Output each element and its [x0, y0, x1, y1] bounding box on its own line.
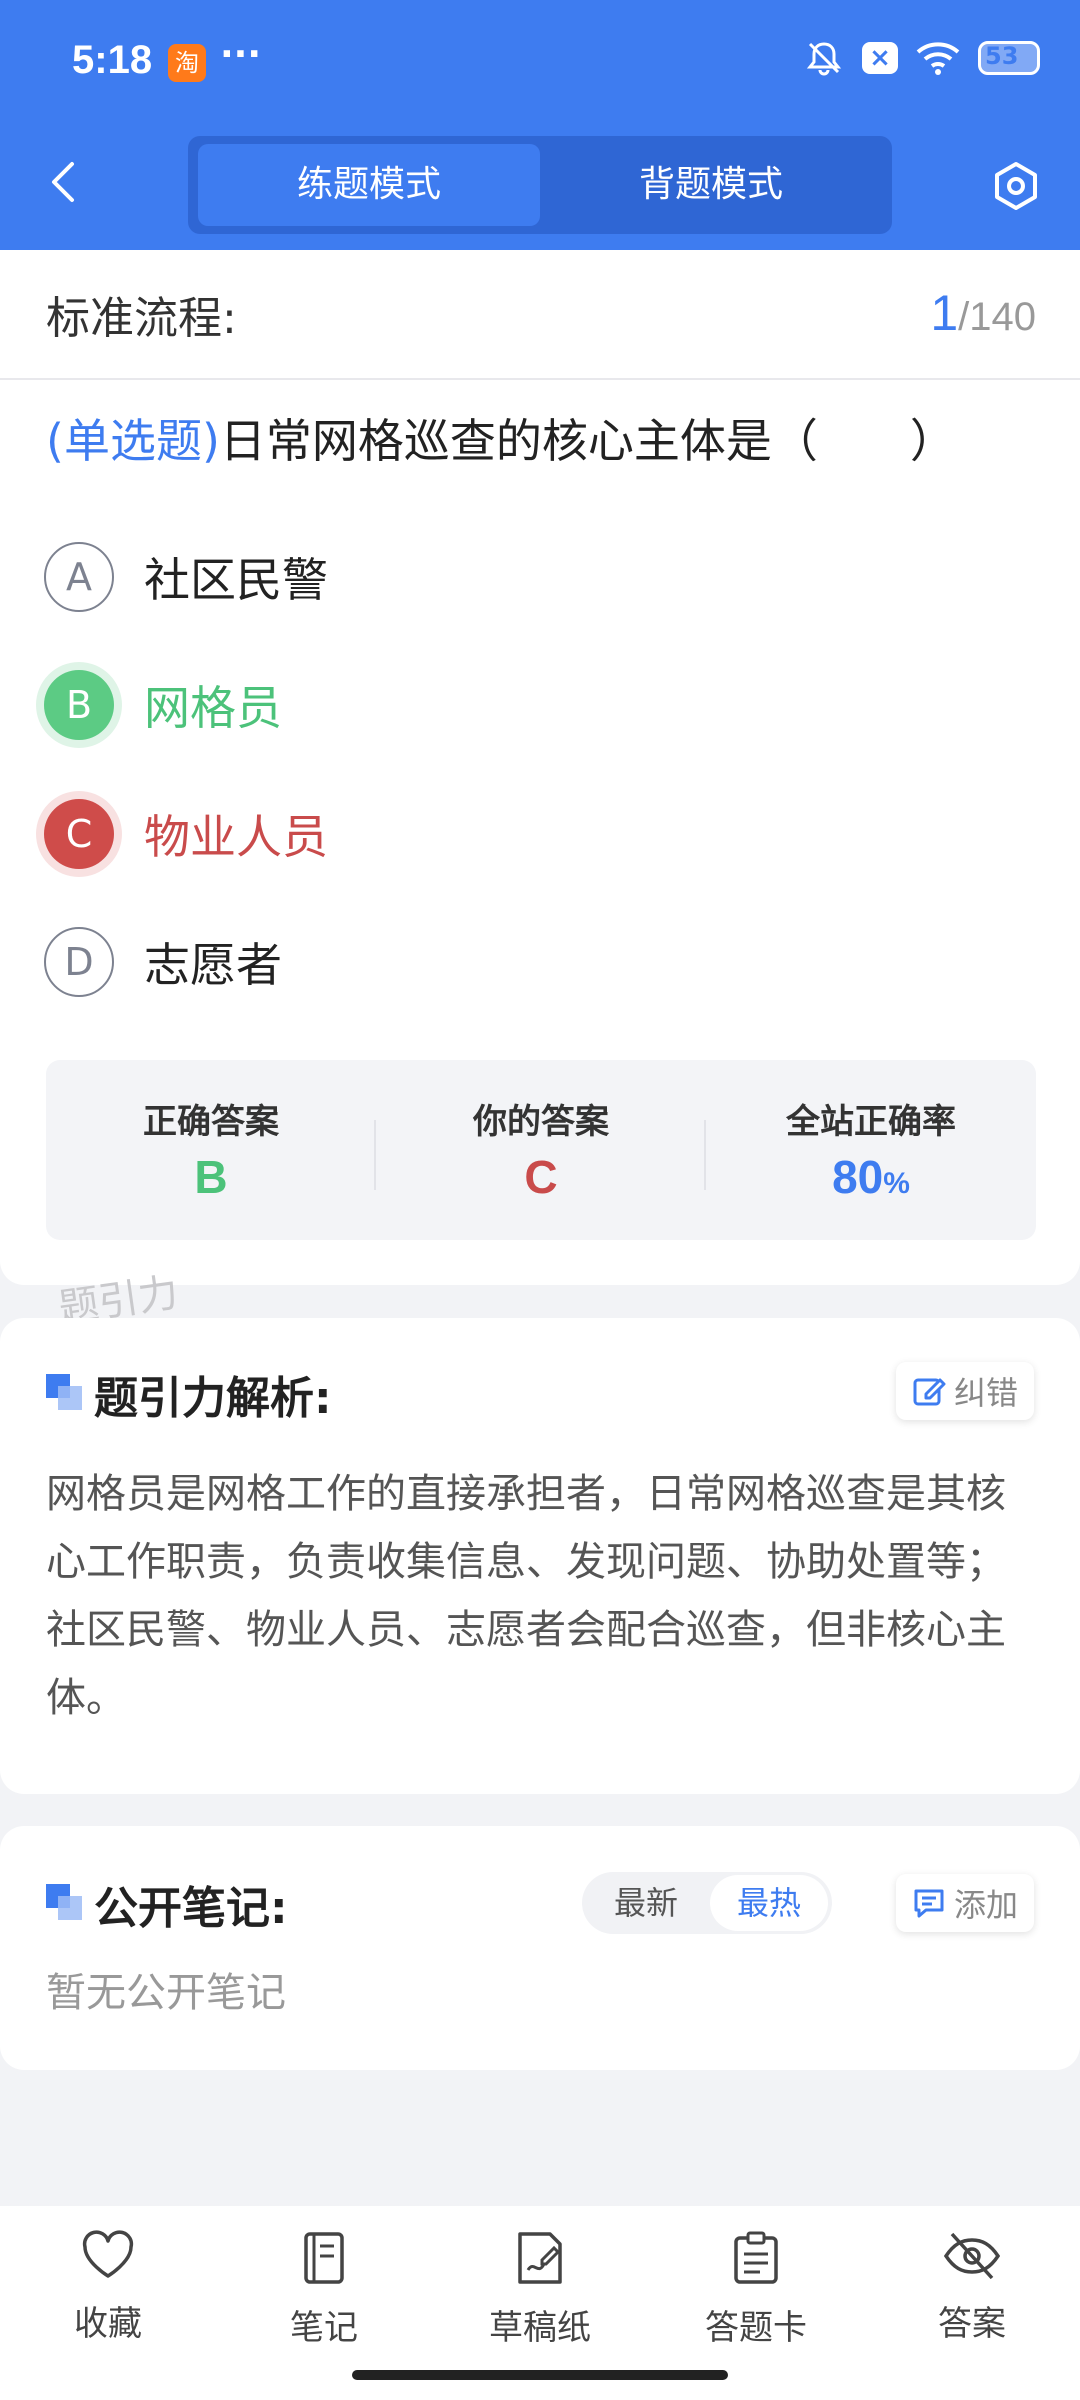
stat-value: C: [524, 1151, 558, 1203]
question-type: (单选题): [46, 414, 220, 468]
rate-unit: %: [883, 1167, 910, 1200]
nav-answer-toggle[interactable]: 答案: [864, 2230, 1080, 2360]
close-box-icon: ×: [862, 42, 898, 74]
add-note-label: 添加: [953, 1886, 1018, 1924]
app-header: 5:18 淘 ··· × 53 练题模式 背题模式: [0, 0, 1080, 250]
comment-add-icon: [914, 1889, 944, 1918]
nav-label: 答案: [938, 2304, 1006, 2344]
option-text: 志愿者: [144, 938, 282, 992]
battery-icon: 53: [978, 41, 1040, 75]
draft-icon: [518, 2232, 562, 2284]
notebook-icon: [304, 2232, 344, 2284]
nav-draft-paper[interactable]: 草稿纸: [432, 2230, 648, 2360]
counter-total: /140: [958, 295, 1036, 339]
option-letter: C: [44, 799, 114, 869]
stat-label: 你的答案: [473, 1102, 609, 1142]
option-text: 物业人员: [144, 810, 328, 864]
option-c[interactable]: C 物业人员: [44, 797, 328, 871]
answer-stats: 正确答案 B 你的答案 C 全站正确率 80%: [46, 1060, 1036, 1240]
stat-value: B: [194, 1151, 228, 1203]
section-title: 标准流程:: [46, 293, 237, 344]
option-letter: A: [44, 542, 114, 612]
question-counter: 1/140: [930, 284, 1036, 342]
notes-card: 公开笔记: 最新 最热 添加 暂无公开笔记: [0, 1826, 1080, 2070]
settings-hexagon-icon[interactable]: [990, 160, 1042, 212]
notes-empty-text: 暂无公开笔记: [46, 1970, 286, 2016]
nav-label: 笔记: [290, 2308, 358, 2348]
clipboard-icon: [734, 2231, 778, 2284]
wifi-icon: [916, 42, 960, 75]
question-stem: (单选题)日常网格巡查的核心主体是（ ）: [46, 410, 1036, 472]
mode-switcher: 练题模式 背题模式: [188, 136, 892, 234]
stat-label: 正确答案: [143, 1102, 279, 1142]
sort-hot-option[interactable]: 最热: [710, 1875, 828, 1931]
nav-label: 草稿纸: [489, 2308, 591, 2348]
notes-title: 公开笔记:: [94, 1883, 288, 1934]
option-a[interactable]: A 社区民警: [44, 540, 328, 614]
question-card: 标准流程: 1/140 (单选题)日常网格巡查的核心主体是（ ） A 社区民警 …: [0, 250, 1080, 1285]
add-note-button[interactable]: 添加: [895, 1874, 1034, 1932]
tab-practice-mode[interactable]: 练题模式: [198, 144, 540, 226]
section-marker-icon: [46, 1884, 82, 1920]
mute-bell-icon: [806, 42, 842, 76]
stat-value: 80%: [706, 1150, 1036, 1204]
nav-notes[interactable]: 笔记: [216, 2230, 432, 2360]
nav-answer-sheet[interactable]: 答题卡: [648, 2230, 864, 2360]
taobao-notification-icon: 淘: [168, 44, 206, 82]
back-arrow-icon[interactable]: [44, 160, 84, 204]
report-error-label: 纠错: [953, 1374, 1018, 1412]
eye-off-icon: [943, 2232, 1001, 2280]
battery-level: 53: [985, 42, 1019, 70]
stat-your-answer: 你的答案 C: [376, 1060, 706, 1240]
stat-correct-answer: 正确答案 B: [46, 1060, 376, 1240]
option-d[interactable]: D 志愿者: [44, 925, 282, 999]
more-notifications-icon: ···: [220, 34, 262, 75]
divider: [0, 378, 1080, 380]
status-icons: × 53: [804, 38, 1040, 78]
tab-memorize-mode[interactable]: 背题模式: [540, 144, 882, 226]
sort-latest-option[interactable]: 最新: [582, 1872, 710, 1934]
section-marker-icon: [46, 1374, 82, 1410]
rate-number: 80: [832, 1151, 884, 1203]
heart-icon: [82, 2230, 134, 2278]
stat-label: 全站正确率: [786, 1102, 956, 1142]
option-letter: D: [44, 927, 114, 997]
analysis-title: 题引力解析:: [94, 1373, 332, 1424]
analysis-card: 题引力解析: 纠错 网格员是网格工作的直接承担者，日常网格巡查是其核心工作职责，…: [0, 1318, 1080, 1794]
option-letter: B: [44, 670, 114, 740]
home-indicator[interactable]: [352, 2370, 728, 2380]
status-time: 5:18: [72, 38, 153, 82]
question-text: 日常网格巡查的核心主体是（ ）: [219, 414, 956, 468]
option-text: 网格员: [144, 681, 282, 735]
analysis-text: 网格员是网格工作的直接承担者，日常网格巡查是其核心工作职责，负责收集信息、发现问…: [46, 1471, 1006, 1721]
nav-favorite[interactable]: 收藏: [0, 2230, 216, 2360]
nav-label: 答题卡: [705, 2308, 807, 2348]
report-error-button[interactable]: 纠错: [895, 1362, 1034, 1420]
nav-label: 收藏: [74, 2304, 142, 2344]
counter-current: 1: [930, 285, 959, 341]
edit-icon: [913, 1378, 946, 1406]
option-b[interactable]: B 网格员: [44, 668, 282, 742]
status-bar: 5:18 淘 ··· × 53: [0, 0, 1080, 125]
notes-sort-toggle: 最新 最热: [582, 1872, 832, 1934]
option-text: 社区民警: [144, 553, 328, 607]
stat-site-accuracy: 全站正确率 80%: [706, 1060, 1036, 1240]
